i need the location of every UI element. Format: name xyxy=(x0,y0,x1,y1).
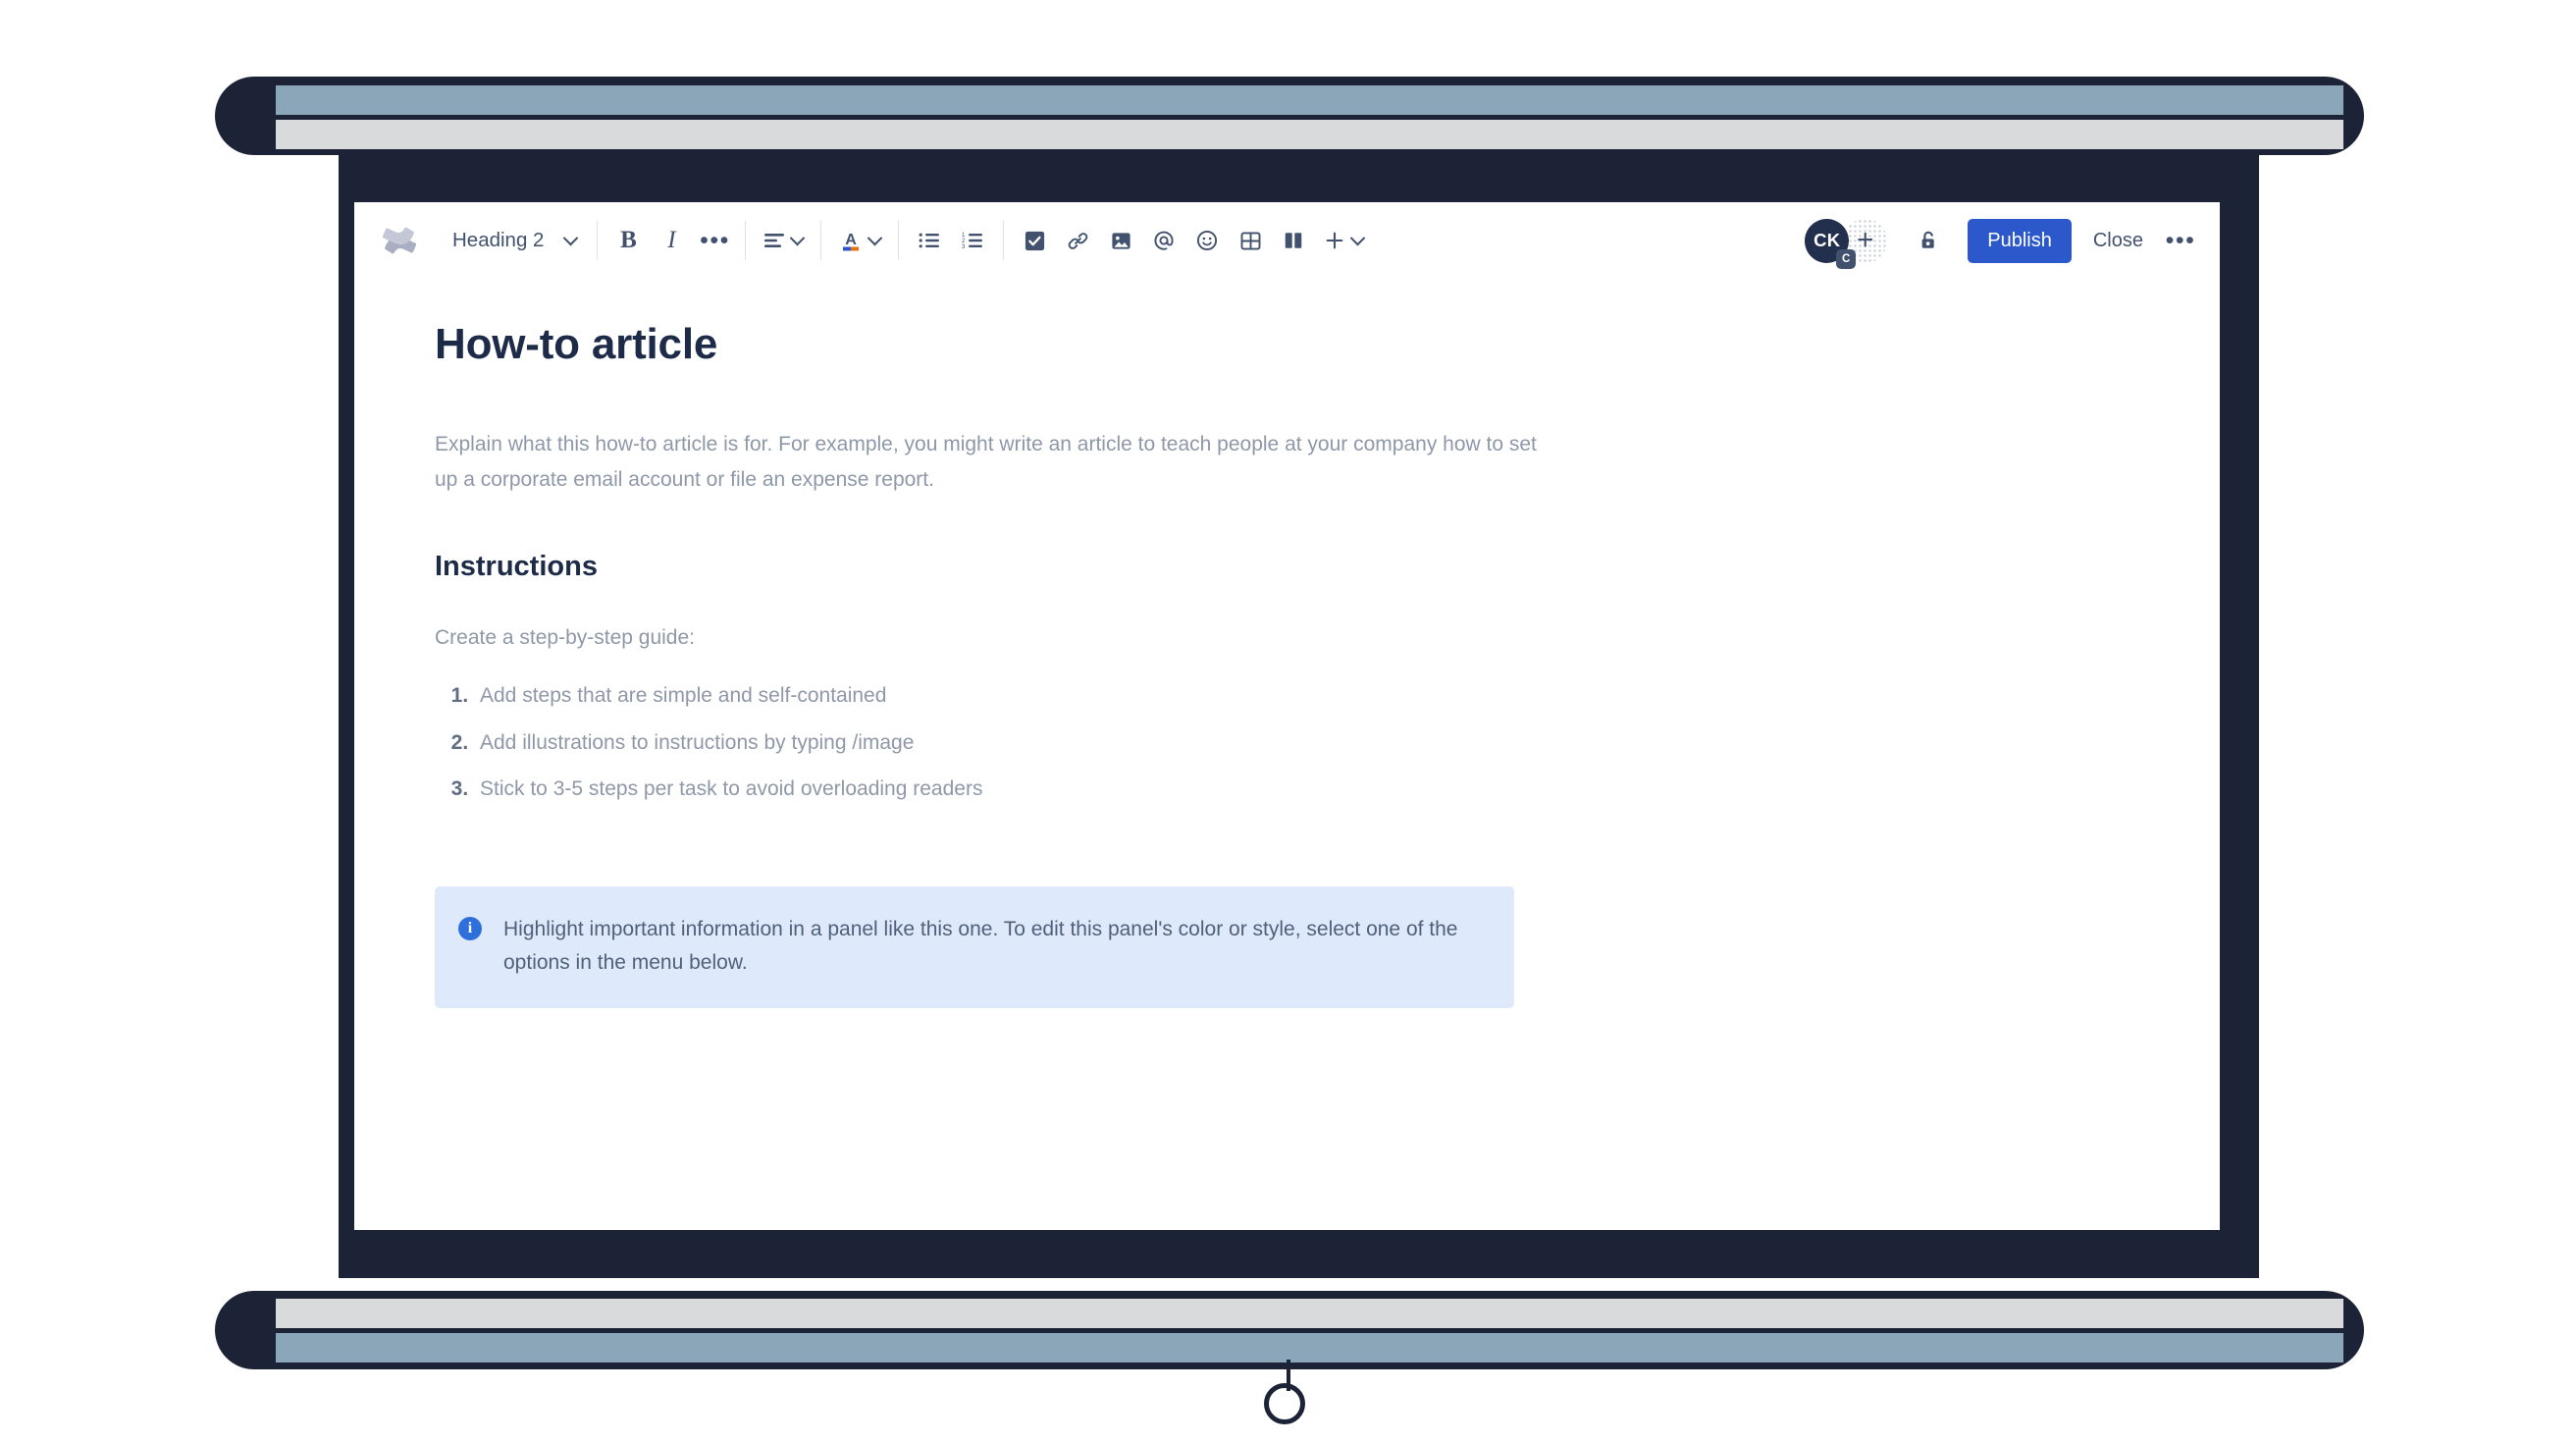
bullet-list-icon xyxy=(920,233,940,248)
pull-cord-ring[interactable] xyxy=(1264,1383,1305,1424)
more-formatting-button[interactable]: ••• xyxy=(693,219,736,262)
text-color-button[interactable]: A xyxy=(830,219,889,262)
italic-icon: I xyxy=(667,227,676,253)
image-button[interactable] xyxy=(1099,219,1142,262)
page-title[interactable]: How-to article xyxy=(435,320,2044,370)
text-style-select[interactable]: Heading 2 xyxy=(443,219,588,262)
numbered-list-button[interactable]: 1 2 3 xyxy=(951,219,994,262)
toolbar-group-insert xyxy=(1013,202,1372,279)
plus-icon: + xyxy=(1856,224,1874,256)
mention-button[interactable] xyxy=(1142,219,1185,262)
editor-toolbar: Heading 2 B I ••• A 1 2 3 CK C + Publish… xyxy=(354,202,2220,279)
toolbar-separator xyxy=(597,221,599,260)
toolbar-separator xyxy=(1003,221,1005,260)
info-panel-text: Highlight important information in a pan… xyxy=(503,917,1458,974)
restrictions-button[interactable] xyxy=(1907,219,1950,262)
toolbar-group-formatting: B I ••• xyxy=(606,202,736,279)
columns-icon xyxy=(1286,233,1302,248)
text-align-icon xyxy=(764,234,785,247)
at-icon xyxy=(1154,231,1175,250)
emoji-button[interactable] xyxy=(1185,219,1229,262)
housing-stripe-blue-bottom xyxy=(276,1333,2343,1363)
publish-button[interactable]: Publish xyxy=(1968,218,2072,263)
housing-stripe-gray-top xyxy=(276,120,2343,149)
housing-stripe-gray-bottom xyxy=(276,1299,2343,1328)
toolbar-group-lists: 1 2 3 xyxy=(908,202,994,279)
toolbar-separator xyxy=(820,221,822,260)
text-align-button[interactable] xyxy=(755,219,812,262)
emoji-icon xyxy=(1197,230,1218,251)
link-button[interactable] xyxy=(1056,219,1099,262)
numbered-list-icon: 1 2 3 xyxy=(962,233,983,249)
list-item[interactable]: Add illustrations to instructions by typ… xyxy=(474,729,2044,758)
link-icon xyxy=(1068,232,1088,249)
info-panel[interactable]: i Highlight important information in a p… xyxy=(435,885,1514,1008)
chevron-down-icon xyxy=(790,230,806,245)
avatar[interactable]: CK C xyxy=(1805,218,1857,269)
layout-button[interactable] xyxy=(1272,219,1315,262)
insert-more-button[interactable] xyxy=(1315,219,1372,262)
chevron-down-icon xyxy=(563,230,579,245)
text-color-icon: A xyxy=(843,232,860,251)
screen-housing-top xyxy=(215,77,2364,155)
unlock-icon xyxy=(1921,231,1934,248)
list-item[interactable]: Stick to 3-5 steps per task to avoid ove… xyxy=(474,775,2044,804)
close-button[interactable]: Close xyxy=(2077,219,2159,263)
italic-button[interactable]: I xyxy=(650,219,693,262)
ellipsis-icon: ••• xyxy=(2165,227,2196,254)
more-options-button[interactable]: ••• xyxy=(2159,219,2202,262)
section-lead-text[interactable]: Create a step-by-step guide: xyxy=(435,622,2044,654)
collaborator-avatars: CK C + xyxy=(1805,218,1888,269)
section-heading-instructions[interactable]: Instructions xyxy=(435,551,2044,583)
ellipsis-icon: ••• xyxy=(700,227,730,254)
info-icon: i xyxy=(458,916,482,940)
chevron-down-icon xyxy=(1350,230,1366,245)
avatar-initials: CK xyxy=(1814,230,1841,250)
toolbar-right-cluster: CK C + Publish Close ••• xyxy=(1805,218,2202,269)
checkbox-icon xyxy=(1025,231,1045,250)
housing-stripe-blue-top xyxy=(276,85,2343,115)
avatar-product-badge: C xyxy=(1836,248,1857,269)
intro-paragraph[interactable]: Explain what this how-to article is for.… xyxy=(435,427,1544,498)
text-style-value: Heading 2 xyxy=(452,229,545,251)
list-item[interactable]: Add steps that are simple and self-conta… xyxy=(474,682,2044,711)
confluence-logo-icon[interactable] xyxy=(374,215,425,266)
action-item-button[interactable] xyxy=(1013,219,1056,262)
bold-button[interactable]: B xyxy=(606,219,650,262)
projector-screen-illustration: Heading 2 B I ••• A 1 2 3 CK C + Publish… xyxy=(0,0,2576,1443)
bold-icon: B xyxy=(620,227,637,253)
chevron-down-icon xyxy=(867,230,883,245)
document-body: How-to article Explain what this how-to … xyxy=(435,320,2044,1008)
confluence-editor-surface: Heading 2 B I ••• A 1 2 3 CK C + Publish… xyxy=(354,202,2220,1230)
toolbar-separator xyxy=(745,221,747,260)
plus-icon xyxy=(1327,232,1343,249)
steps-list: Add steps that are simple and self-conta… xyxy=(435,682,2044,804)
screen-housing-bottom xyxy=(215,1291,2364,1369)
svg-text:A: A xyxy=(846,232,858,248)
toolbar-separator xyxy=(898,221,900,260)
table-button[interactable] xyxy=(1229,219,1272,262)
svg-text:3: 3 xyxy=(962,244,966,249)
bullet-list-button[interactable] xyxy=(908,219,951,262)
image-icon xyxy=(1112,232,1130,249)
table-icon xyxy=(1240,231,1261,250)
